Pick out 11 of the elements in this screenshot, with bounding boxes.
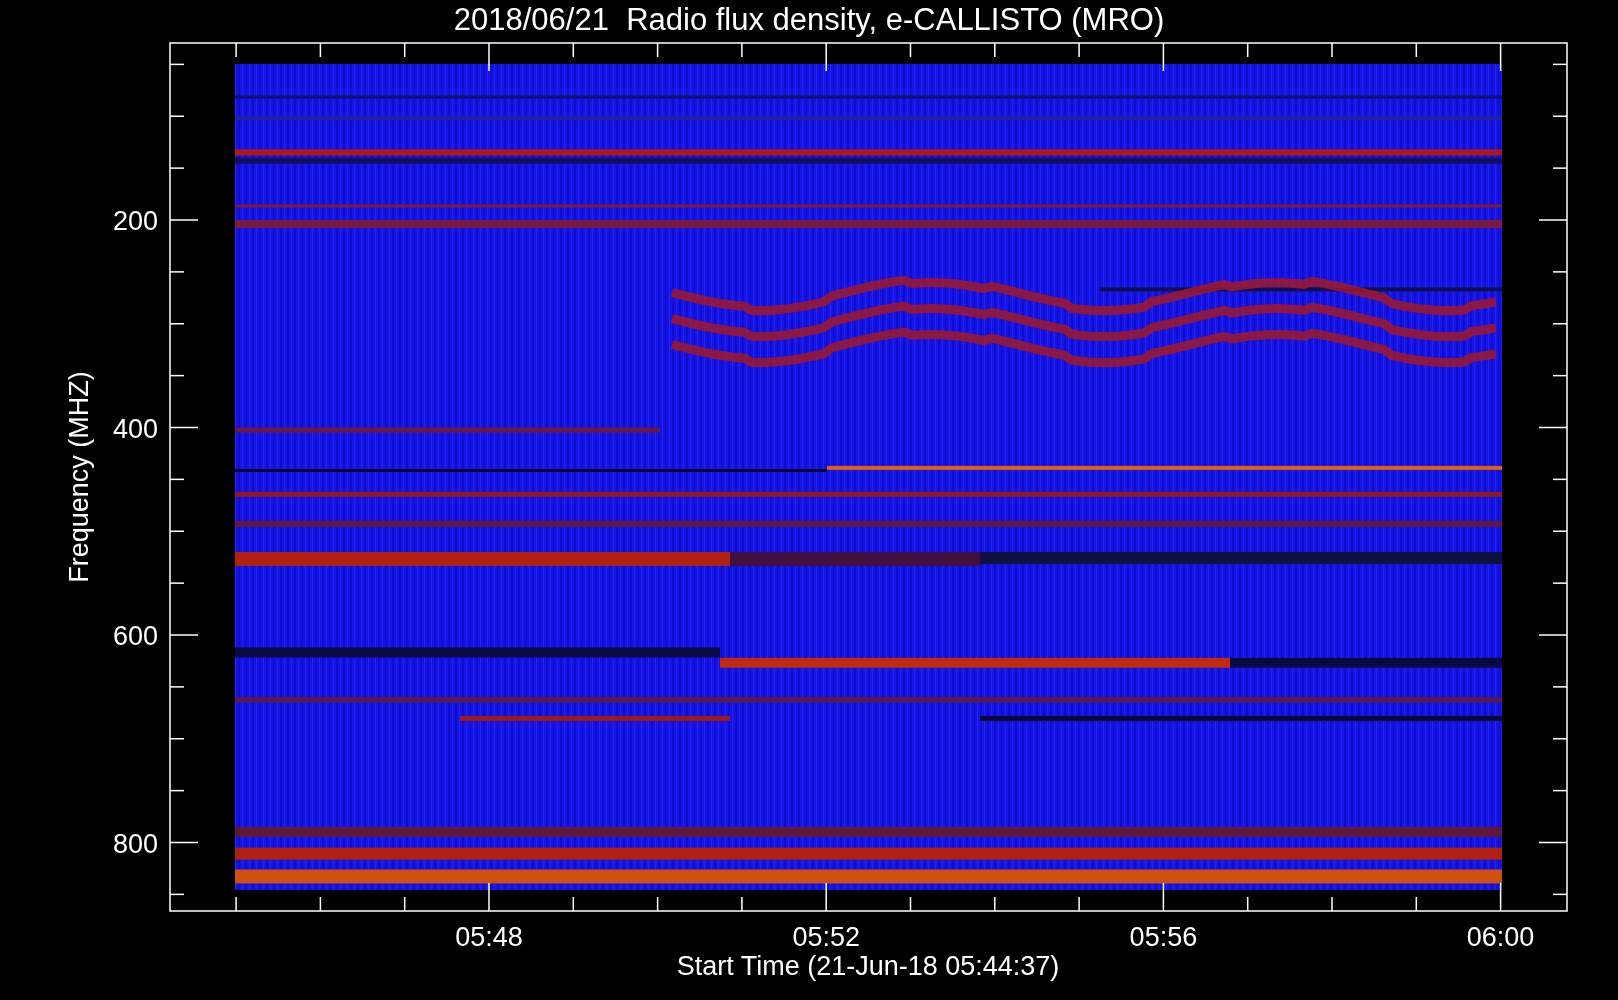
y-tick-label: 200 bbox=[112, 206, 158, 236]
y-tick-label: 600 bbox=[112, 621, 158, 651]
x-axis-label: Start Time (21-Jun-18 05:44:37) bbox=[676, 951, 1060, 981]
x-tick-label: 05:48 bbox=[455, 922, 523, 952]
y-axis-label: Frequency (MHZ) bbox=[64, 371, 94, 583]
y-tick-label: 400 bbox=[112, 413, 158, 444]
chart-title: 2018/06/21 Radio flux density, e-CALLISTO (MRO) bbox=[453, 2, 1165, 37]
y-tick-label: 800 bbox=[112, 828, 158, 859]
x-tick-label: 05:56 bbox=[1129, 922, 1198, 952]
x-tick-label: 06:00 bbox=[1466, 922, 1535, 952]
x-tick-label: 05:52 bbox=[792, 922, 860, 952]
